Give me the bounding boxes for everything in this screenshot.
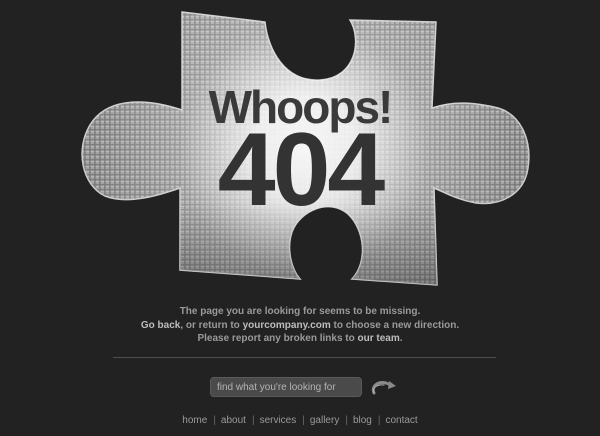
footer-link-blog[interactable]: blog	[353, 415, 372, 426]
footer-link-gallery[interactable]: gallery	[310, 415, 339, 426]
home-site-link[interactable]: yourcompany.com	[243, 320, 331, 331]
footer-link-contact[interactable]: contact	[385, 415, 417, 426]
message-text: , or return to	[180, 319, 243, 331]
go-back-link[interactable]: Go back	[141, 320, 180, 331]
footer-link-about[interactable]: about	[221, 415, 246, 426]
divider	[113, 357, 496, 358]
message-line-2: Go back, or return to yourcompany.com to…	[0, 319, 600, 333]
message-text: to choose a new direction.	[330, 319, 460, 331]
report-team-link[interactable]: our team	[358, 333, 400, 344]
nav-separator: |	[345, 415, 348, 426]
search-input[interactable]	[210, 377, 362, 397]
message-line-1: The page you are looking for seems to be…	[179, 306, 421, 317]
error-code: 404	[217, 112, 386, 228]
nav-separator: |	[302, 415, 305, 426]
message-text: Please report any broken links to	[197, 333, 358, 344]
search-go-button[interactable]	[368, 378, 400, 398]
nav-separator: |	[213, 415, 216, 426]
curved-arrow-icon	[371, 381, 396, 395]
message-text: .	[399, 333, 403, 344]
message-line-3: Please report any broken links to our te…	[0, 332, 600, 346]
footer-nav: home | about | services | gallery | blog | contact	[0, 415, 600, 426]
footer-link-home[interactable]: home	[182, 415, 207, 426]
error-message: The page you are looking for seems to be…	[0, 305, 600, 346]
footer-link-services[interactable]: services	[260, 415, 297, 426]
nav-separator: |	[251, 415, 255, 426]
nav-separator: |	[377, 415, 381, 426]
